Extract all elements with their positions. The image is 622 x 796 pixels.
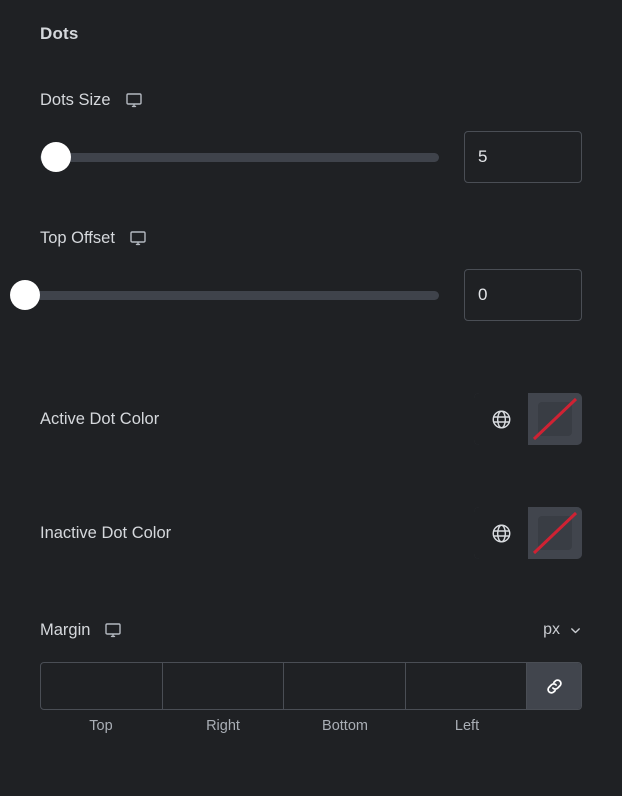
margin-field-labels: Top Right Bottom Left: [40, 718, 582, 734]
top-offset-header: Top Offset: [40, 229, 582, 247]
globe-icon[interactable]: [474, 393, 528, 445]
margin-top-label: Top: [89, 718, 113, 734]
slider-track[interactable]: [10, 280, 439, 310]
top-offset-slider[interactable]: [10, 278, 439, 312]
slider-handle[interactable]: [10, 280, 40, 310]
inactive-dot-color-swatch[interactable]: [528, 507, 582, 559]
link-icon[interactable]: [527, 663, 581, 709]
dots-size-label: Dots Size: [40, 90, 111, 109]
control-top-offset: Top Offset: [10, 229, 582, 321]
margin-right-cell[interactable]: [162, 663, 284, 709]
monitor-icon[interactable]: [104, 621, 122, 639]
inactive-dot-color-picker[interactable]: [474, 507, 582, 559]
dots-size-header: Dots Size: [40, 91, 582, 109]
margin-header-left: Margin: [40, 621, 122, 639]
monitor-icon[interactable]: [125, 91, 143, 109]
globe-icon[interactable]: [474, 507, 528, 559]
margin-header: Margin px: [40, 621, 582, 639]
margin-left-label: Left: [454, 718, 480, 734]
section-title: Dots: [40, 24, 79, 43]
active-dot-color-picker[interactable]: [474, 393, 582, 445]
monitor-icon[interactable]: [129, 229, 147, 247]
margin-unit-select[interactable]: px: [543, 621, 582, 639]
control-margin: Margin px Top Right Bottom Left: [40, 621, 582, 734]
active-dot-color-label: Active Dot Color: [40, 409, 160, 428]
margin-label: Margin: [40, 620, 91, 639]
slider-handle[interactable]: [40, 142, 71, 172]
margin-bottom-label: Bottom: [322, 718, 368, 734]
no-color-slash-icon: [528, 393, 582, 445]
top-offset-input[interactable]: [464, 269, 582, 321]
inactive-dot-color-label: Inactive Dot Color: [40, 523, 172, 542]
margin-left-cell[interactable]: [405, 663, 527, 709]
control-dots-size: Dots Size: [40, 91, 582, 183]
margin-bottom-input[interactable]: [284, 663, 405, 709]
margin-bottom-cell[interactable]: [284, 663, 406, 709]
margin-unit-value: px: [543, 621, 560, 638]
margin-top-cell[interactable]: [41, 663, 163, 709]
margin-right-label: Right: [206, 718, 240, 734]
dots-settings-panel: Dots Dots Size Top Offset: [0, 0, 622, 796]
margin-left-input[interactable]: [405, 663, 526, 709]
control-inactive-dot-color: Inactive Dot Color: [40, 507, 582, 559]
no-color-slash-icon: [528, 507, 582, 559]
dots-size-slider-row: [40, 131, 582, 183]
dots-size-input[interactable]: [464, 131, 582, 183]
control-active-dot-color: Active Dot Color: [40, 393, 582, 445]
margin-top-input[interactable]: [41, 663, 162, 709]
active-dot-color-swatch[interactable]: [528, 393, 582, 445]
dots-size-slider[interactable]: [40, 140, 439, 174]
top-offset-label: Top Offset: [40, 228, 115, 247]
margin-labels-spacer: [528, 718, 582, 734]
margin-right-input[interactable]: [162, 663, 283, 709]
margin-fields-group: [40, 662, 582, 710]
chevron-down-icon[interactable]: [569, 624, 582, 637]
slider-track[interactable]: [40, 142, 439, 172]
top-offset-slider-row: [10, 269, 582, 321]
